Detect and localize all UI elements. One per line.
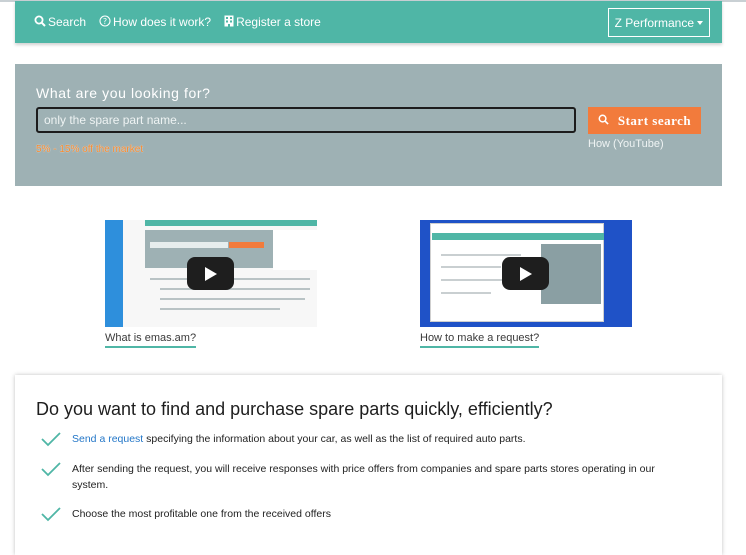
play-icon[interactable] [502,257,549,290]
benefit-text-rest: specifying the information about your ca… [143,433,526,445]
benefit-text: Send a request specifying the informatio… [72,431,526,447]
thumbnail-decoration [105,220,123,327]
start-search-button[interactable]: Start search [588,107,701,134]
thumbnail-decoration [441,279,511,281]
search-icon [34,15,46,29]
thumbnail-decoration [145,220,317,226]
thumbnail-decoration [273,230,317,270]
nav-how-label: How does it work? [113,15,212,29]
nav-how-link[interactable]: ? How does it work? [99,15,211,29]
check-icon [41,432,61,447]
thumbnail-decoration [441,254,521,256]
thumbnail-decoration [441,292,491,294]
play-icon[interactable] [187,257,234,290]
benefit-item: Send a request specifying the informatio… [40,431,690,447]
benefit-item: Choose the most profitable one from the … [40,506,690,522]
navbar: Search ? How does it work? Register a st… [15,1,722,43]
building-icon [224,15,234,29]
thumbnail-decoration [150,242,228,248]
nav-search-label: Search [48,15,87,29]
thumbnail-decoration [432,233,604,240]
store-dropdown[interactable]: Z Performance [607,8,710,37]
benefit-text: Choose the most profitable one from the … [72,508,331,520]
thumbnail-decoration [229,242,264,248]
thumbnail-decoration [441,266,501,268]
thumbnail-decoration [160,308,280,310]
nav-register-link[interactable]: Register a store [224,15,321,29]
video-caption-what-is[interactable]: What is emas.am? [105,332,197,348]
search-input[interactable] [36,107,576,133]
nav-search-link[interactable]: Search [34,15,86,29]
start-search-label: Start search [617,112,692,128]
video-caption-how-to-request[interactable]: How to make a request? [420,332,540,348]
caret-down-icon [697,20,703,25]
search-icon [598,114,609,128]
info-title: Do you want to find and purchase spare p… [36,399,553,419]
video-thumbnail-what-is[interactable] [105,220,317,327]
info-card: Do you want to find and purchase spare p… [15,375,722,555]
search-heading: What are you looking for? [36,85,211,101]
check-icon [41,462,61,477]
benefit-item: After sending the request, you will rece… [40,461,690,493]
video-thumbnail-how-to-request[interactable] [420,220,632,327]
send-request-link[interactable]: Send a request [72,433,143,445]
check-icon [41,507,61,522]
help-circle-icon: ? [99,15,111,29]
store-dropdown-label: Z Performance [614,15,694,30]
nav-register-label: Register a store [236,15,321,29]
how-youtube-link[interactable]: How (YouTube) [588,138,664,150]
svg-text:?: ? [103,17,107,26]
thumbnail-decoration [541,244,601,304]
benefit-text: After sending the request, you will rece… [72,463,655,491]
search-panel: What are you looking for? Start search 5… [15,64,722,186]
discount-text: 5% - 15% off the market [36,144,144,155]
thumbnail-decoration [160,298,305,300]
thumbnail-decoration [160,288,310,290]
